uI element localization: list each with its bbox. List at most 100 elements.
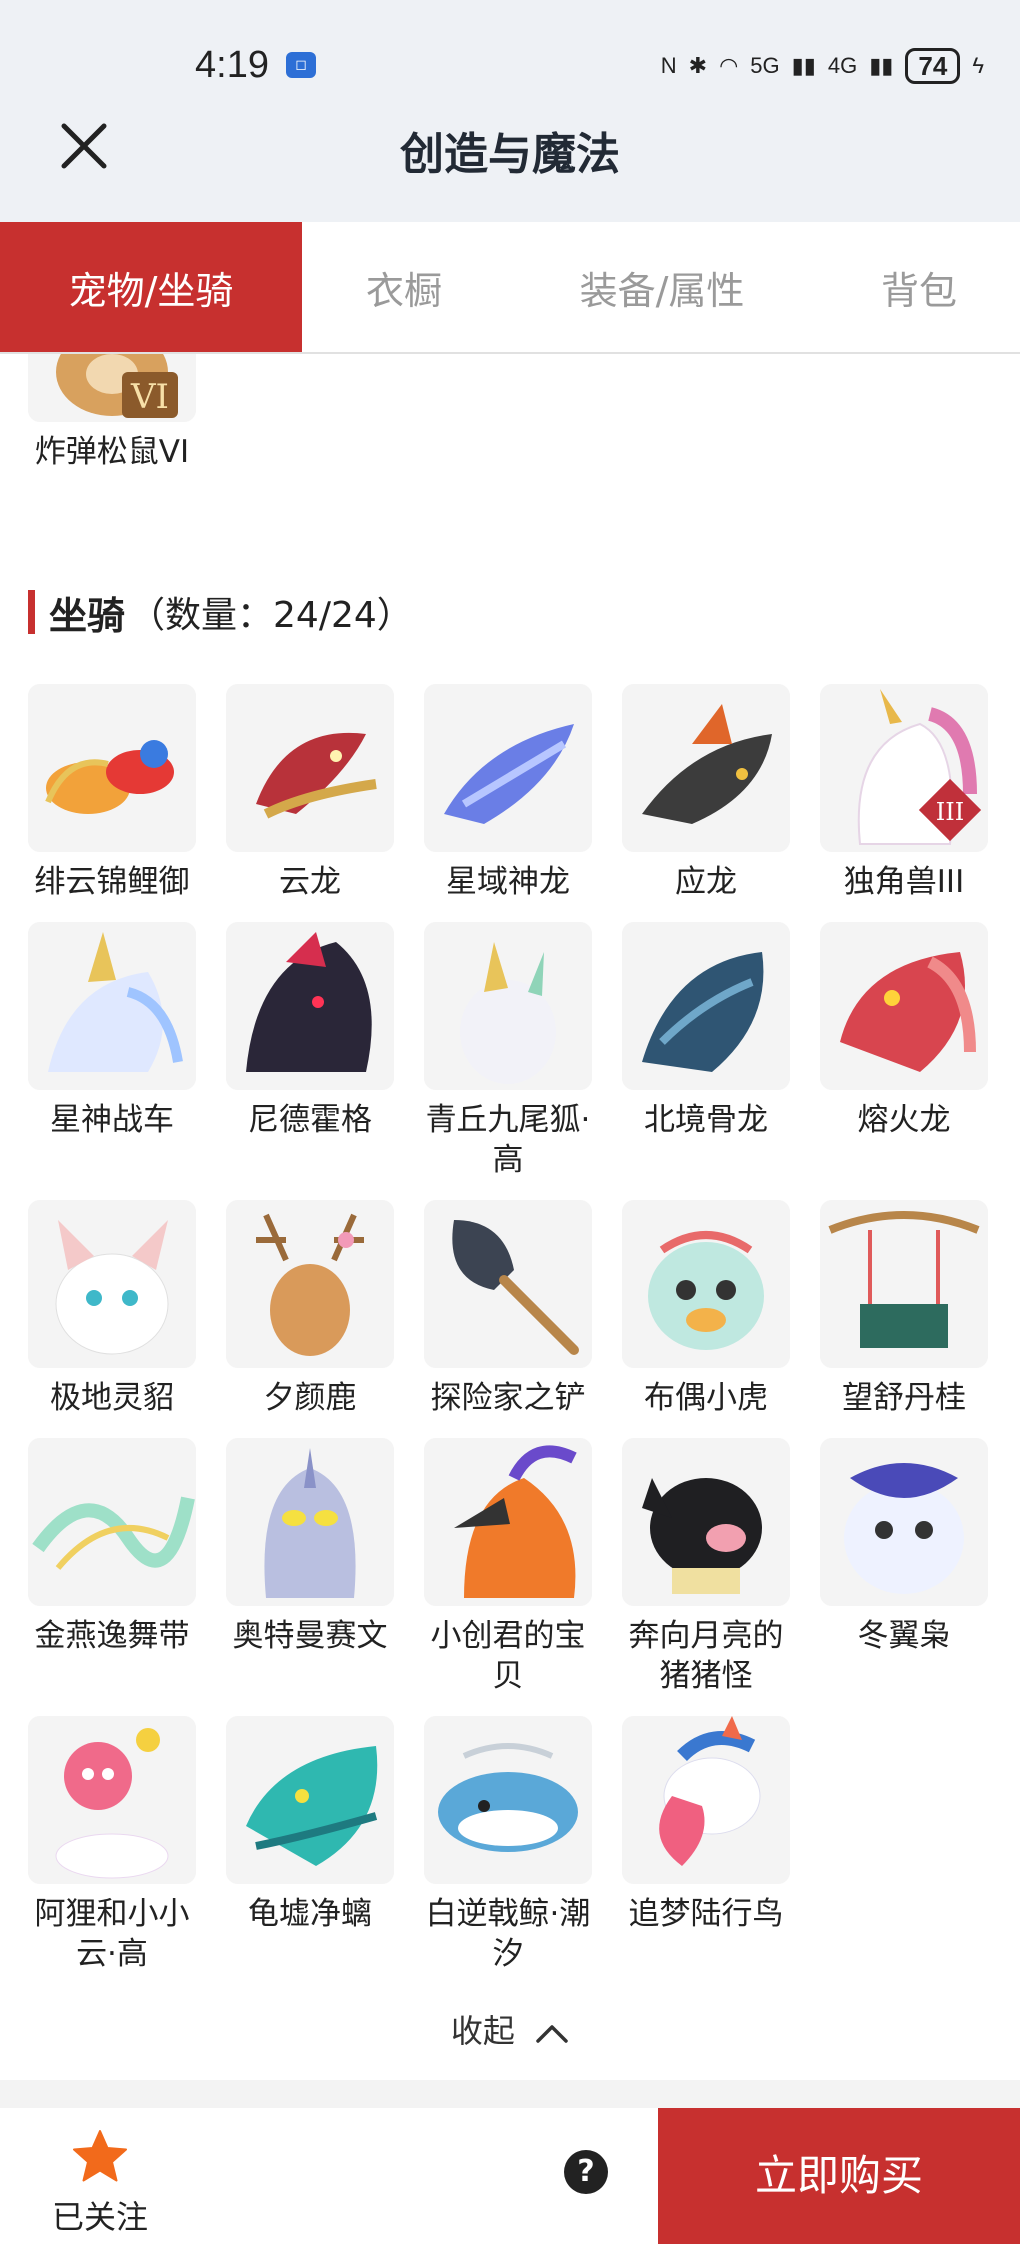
mount-name: 云龙	[279, 864, 341, 900]
mount-item[interactable]: 绯云锦鲤御	[22, 684, 202, 902]
section-title: 坐骑	[49, 593, 126, 638]
squirrel-pet-icon: VI	[28, 354, 196, 422]
mount-item[interactable]: 探险家之铲	[418, 1200, 598, 1418]
signal-bars-icon: ▮▮	[869, 53, 894, 78]
mount-item[interactable]: 尼德霍格	[220, 922, 400, 1140]
mount-name: 星域神龙	[446, 864, 570, 900]
mount-item[interactable]: 奔向月亮的猪猪怪	[616, 1438, 796, 1696]
plush-tiger-icon	[622, 1200, 790, 1368]
star-icon	[73, 2130, 127, 2182]
svg-text:VI: VI	[130, 377, 169, 417]
mount-name: 奥特曼赛文	[232, 1618, 388, 1654]
swing-icon	[820, 1200, 988, 1368]
content-area[interactable]: VI 炸弹松鼠VI 坐骑 （数量：24/24） 绯云锦鲤御 云龙 星域神龙 应龙…	[0, 354, 1020, 2084]
mount-item[interactable]: 金燕逸舞带	[22, 1438, 202, 1656]
signal-5g: 5G	[750, 53, 780, 78]
svg-text:III: III	[936, 798, 964, 826]
mount-name: 尼德霍格	[248, 1102, 372, 1138]
mount-item[interactable]: III 独角兽III	[814, 684, 994, 902]
ali-fox-icon	[28, 1716, 196, 1884]
follow-button[interactable]: 已关注	[40, 2128, 160, 2238]
mount-name: 布偶小虎	[644, 1380, 768, 1416]
tab-pets-mounts[interactable]: 宠物/坐骑	[0, 222, 302, 352]
mount-item[interactable]: 布偶小虎	[616, 1200, 796, 1418]
battery-icon: 74	[905, 48, 961, 84]
mounts-section-header: 坐骑 （数量：24/24）	[28, 590, 413, 638]
charging-icon: ϟ	[972, 53, 984, 78]
mount-name: 冬翼枭	[857, 1618, 951, 1654]
mount-name: 独角兽III	[843, 864, 965, 900]
mount-name: 望舒丹桂	[842, 1380, 966, 1416]
bottom-divider	[0, 2080, 1020, 2108]
mount-name: 熔火龙	[857, 1102, 951, 1138]
star-dragon-icon	[424, 684, 592, 852]
bone-dragon-icon	[622, 922, 790, 1090]
mount-item[interactable]: 阿狸和小小云·高	[22, 1716, 202, 1974]
deer-icon	[226, 1200, 394, 1368]
status-time: 4:19	[195, 44, 269, 86]
mount-name: 龟墟净螭	[248, 1896, 372, 1932]
follow-label: 已关注	[51, 2198, 148, 2236]
app-header: 4:19 ◻ N ✱ ◠ 5G ▮▮ 4G ▮▮ 74 ϟ 创造与魔法	[0, 0, 1020, 222]
ribbon-icon	[28, 1438, 196, 1606]
koi-mount-icon	[28, 684, 196, 852]
chevron-up-icon	[536, 2025, 568, 2043]
lava-dragon-icon	[820, 922, 988, 1090]
mount-name: 绯云锦鲤御	[34, 864, 190, 900]
mount-name: 奔向月亮的猪猪怪	[628, 1618, 784, 1694]
unicorn-icon: III	[820, 684, 988, 852]
mount-item[interactable]: 青丘九尾狐·高	[418, 922, 598, 1180]
mount-name: 金燕逸舞带	[34, 1618, 190, 1654]
ultraman-icon	[226, 1438, 394, 1606]
shovel-icon	[424, 1200, 592, 1368]
cloud-dragon-icon	[226, 684, 394, 852]
mount-name: 白逆戟鲸·潮汐	[425, 1896, 591, 1972]
dream-bird-icon	[622, 1716, 790, 1884]
mount-item[interactable]: 奥特曼赛文	[220, 1438, 400, 1656]
pet-name: 炸弹松鼠VI	[34, 434, 190, 470]
section-accent-bar	[28, 590, 35, 634]
mount-item[interactable]: 白逆戟鲸·潮汐	[418, 1716, 598, 1974]
mount-item[interactable]: 冬翼枭	[814, 1438, 994, 1656]
mount-name: 探险家之铲	[430, 1380, 586, 1416]
pig-icon	[622, 1438, 790, 1606]
collapse-button[interactable]: 收起	[0, 2006, 1020, 2052]
tab-backpack[interactable]: 背包	[818, 222, 1020, 352]
tab-wardrobe[interactable]: 衣橱	[302, 222, 506, 352]
mount-item[interactable]: 熔火龙	[814, 922, 994, 1140]
wifi-icon: ◠	[719, 53, 739, 78]
mount-name: 星神战车	[50, 1102, 174, 1138]
turtle-dragon-icon	[226, 1716, 394, 1884]
buy-now-button[interactable]: 立即购买	[658, 2108, 1020, 2244]
mount-name: 北境骨龙	[644, 1102, 768, 1138]
mount-item[interactable]: 北境骨龙	[616, 922, 796, 1140]
nine-tail-fox-icon	[424, 922, 592, 1090]
app-notification-icon: ◻	[286, 52, 316, 78]
nfc-icon: N	[660, 53, 677, 78]
pet-item[interactable]: VI 炸弹松鼠VI	[22, 354, 202, 472]
mount-item[interactable]: 极地灵貂	[22, 1200, 202, 1418]
mount-name: 阿狸和小小云·高	[34, 1896, 190, 1972]
star-chariot-icon	[28, 922, 196, 1090]
mount-item[interactable]: 应龙	[616, 684, 796, 902]
mount-item[interactable]: 星神战车	[22, 922, 202, 1140]
mount-item[interactable]: 望舒丹桂	[814, 1200, 994, 1418]
mount-name: 青丘九尾狐·高	[425, 1102, 591, 1178]
tab-bar: 宠物/坐骑 衣橱 装备/属性 背包	[0, 222, 1020, 354]
mount-item[interactable]: 夕颜鹿	[220, 1200, 400, 1418]
page-title: 创造与魔法	[400, 129, 620, 180]
signal-bars-icon: ▮▮	[791, 53, 816, 78]
mount-item[interactable]: 龟墟净螭	[220, 1716, 400, 1934]
tab-equipment-attributes[interactable]: 装备/属性	[506, 222, 818, 352]
mount-item[interactable]: 星域神龙	[418, 684, 598, 902]
mount-name: 夕颜鹿	[263, 1380, 357, 1416]
polar-ferret-icon	[28, 1200, 196, 1368]
bluetooth-icon: ✱	[688, 53, 708, 78]
phoenix-icon	[424, 1438, 592, 1606]
mount-item[interactable]: 小创君的宝贝	[418, 1438, 598, 1696]
mount-item[interactable]: 追梦陆行鸟	[616, 1716, 796, 1934]
status-icons: N ✱ ◠ 5G ▮▮ 4G ▮▮ 74 ϟ	[661, 48, 984, 84]
mount-item[interactable]: 云龙	[220, 684, 400, 902]
mount-name: 极地灵貂	[50, 1380, 174, 1416]
help-icon[interactable]: ?	[564, 2150, 608, 2194]
